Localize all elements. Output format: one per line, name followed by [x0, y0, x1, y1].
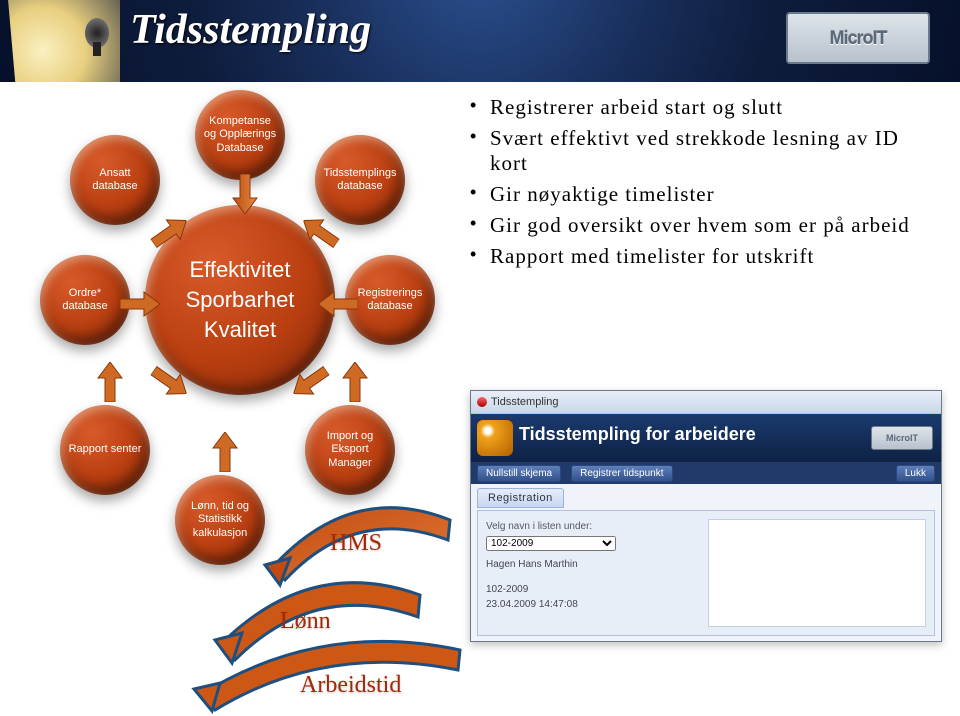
arrow-icon [120, 290, 160, 318]
bullet-item: Gir god oversikt over hvem som er på arb… [470, 213, 940, 238]
app-toolbar: Nullstill skjema Registrer tidspunkt Luk… [471, 462, 941, 484]
satellite-lonn-statistikk: Lønn, tid og Statistikk kalkulasjon [175, 475, 265, 565]
satellite-registrerings: Registrerings database [345, 255, 435, 345]
satellite-ordre: Ordre* database [40, 255, 130, 345]
label: Registrerings database [358, 287, 423, 313]
name-select[interactable]: 102-2009 [486, 536, 616, 551]
selected-name: Hagen Hans Marthin [486, 557, 686, 572]
bullet-item: Svært effektivt ved strekkode lesning av… [470, 126, 940, 176]
satellite-ansatt: Ansatt database [70, 135, 160, 225]
nullstill-button[interactable]: Nullstill skjema [477, 465, 561, 482]
label: Ordre* database [62, 287, 107, 313]
app-body: Registration Velg navn i listen under: 1… [471, 484, 941, 642]
arrow-icon [211, 432, 239, 472]
arrow-icon [231, 174, 259, 214]
arrow-icon [341, 362, 369, 402]
app-banner-title: Tidsstempling for arbeidere [519, 424, 756, 445]
label: Ansatt database [92, 167, 137, 193]
page-title: Tidsstempling [130, 6, 371, 54]
satellite-kompetanse: Kompetanse og Opplærings Database [195, 90, 285, 180]
satellite-rapport-senter: Rapport senter [60, 405, 150, 495]
list-label: Velg navn i listen under: [486, 519, 686, 534]
bullet-list: Registrerer arbeid start og slutt Svært … [470, 95, 940, 275]
arrow-icon [318, 290, 358, 318]
center-circle-text: Effektivitet Sporbarhet Kvalitet [186, 255, 295, 344]
satellite-tidsstempling: Tidsstemplings database [315, 135, 405, 225]
label: Tidsstemplings database [324, 167, 397, 193]
blank-detail-panel [708, 519, 926, 627]
swoosh-label-arbeidstid: Arbeidstid [300, 672, 401, 699]
swoosh-arbeidstid-icon [190, 625, 470, 715]
label: Rapport senter [69, 443, 142, 456]
label: Lønn, tid og Statistikk kalkulasjon [191, 500, 249, 540]
label: Import og Eksport Manager [327, 430, 373, 470]
window-titlebar: Tidsstempling [471, 391, 941, 414]
bullet-item: Gir nøyaktige timelister [470, 182, 940, 207]
arrow-icon [96, 362, 124, 402]
window-title: Tidsstempling [491, 396, 558, 408]
bullet-item: Registrerer arbeid start og slutt [470, 95, 940, 120]
app-screenshot: Tidsstempling Tidsstempling for arbeider… [470, 390, 942, 642]
header-art-keyhole [0, 0, 120, 82]
lukk-button[interactable]: Lukk [896, 465, 935, 482]
label: Kompetanse og Opplærings Database [204, 115, 276, 155]
registrer-tidspunkt-button[interactable]: Registrer tidspunkt [571, 465, 672, 482]
app-banner-logo: MicroIT [871, 426, 933, 450]
selected-code: 102-2009 [486, 582, 686, 597]
header-banner: Tidsstempling MicroIT [0, 0, 960, 82]
selected-timestamp: 23.04.2009 14:47:08 [486, 597, 686, 612]
app-banner-icon [477, 420, 513, 456]
registration-tab[interactable]: Registration [477, 488, 564, 508]
swoosh-label-hms: HMS [330, 530, 382, 557]
registration-panel: Velg navn i listen under: 102-2009 Hagen… [477, 510, 935, 636]
window-icon [477, 397, 487, 407]
app-banner: Tidsstempling for arbeidere MicroIT [471, 414, 941, 462]
bullet-item: Rapport med timelister for utskrift [470, 244, 940, 269]
logo-microit: MicroIT [786, 12, 930, 64]
